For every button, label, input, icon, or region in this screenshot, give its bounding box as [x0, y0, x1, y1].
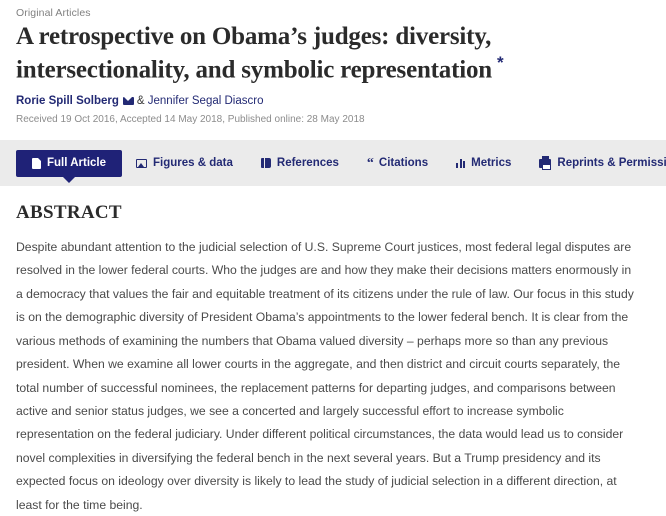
tab-label: Metrics: [471, 157, 512, 169]
tab-reprints-and-permissions[interactable]: Reprints & Permissions: [525, 150, 666, 177]
author-separator: &: [136, 95, 145, 108]
quote-icon: “: [366, 155, 374, 171]
article-tab-bar: Full Article Figures & data References “…: [0, 140, 666, 186]
article-type-kicker: Original Articles: [16, 7, 91, 19]
article-title-text: A retrospective on Obama’s judges: diver…: [16, 23, 492, 83]
publication-dates: Received 19 Oct 2016, Accepted 14 May 20…: [16, 114, 365, 126]
document-icon: [32, 157, 41, 169]
author-primary-link[interactable]: Rorie Spill Solberg: [16, 95, 119, 107]
author-list: Rorie Spill Solberg & Jennifer Segal Dias…: [16, 95, 650, 109]
title-footnote-link[interactable]: *: [492, 53, 504, 72]
tab-label: Citations: [378, 157, 429, 169]
book-icon: [260, 158, 271, 168]
page-title: A retrospective on Obama’s judges: diver…: [16, 22, 616, 85]
tab-full-article[interactable]: Full Article: [16, 149, 122, 183]
tab-metrics[interactable]: Metrics: [442, 150, 525, 177]
bar-chart-icon: [456, 158, 466, 168]
abstract-body: Despite abundant attention to the judici…: [16, 240, 634, 512]
tab-figures-and-data[interactable]: Figures & data: [122, 150, 247, 177]
article-header: Original Articles A retrospective on Oba…: [0, 0, 666, 160]
printer-icon: [539, 155, 552, 170]
tab-label: Full Article: [47, 157, 106, 169]
abstract-section: ABSTRACT Despite abundant attention to t…: [0, 186, 666, 516]
image-icon: [136, 158, 147, 168]
author-secondary-link[interactable]: Jennifer Segal Diascro: [148, 95, 264, 107]
abstract-heading: ABSTRACT: [16, 202, 122, 223]
tab-label: References: [276, 157, 339, 169]
tab-references[interactable]: References: [247, 150, 353, 177]
article-page: Original Articles A retrospective on Oba…: [0, 0, 666, 516]
tab-label: Reprints & Permissions: [557, 157, 666, 169]
tab-label: Figures & data: [153, 157, 233, 169]
tab-citations[interactable]: “ Citations: [353, 150, 442, 177]
envelope-icon[interactable]: [122, 97, 134, 106]
